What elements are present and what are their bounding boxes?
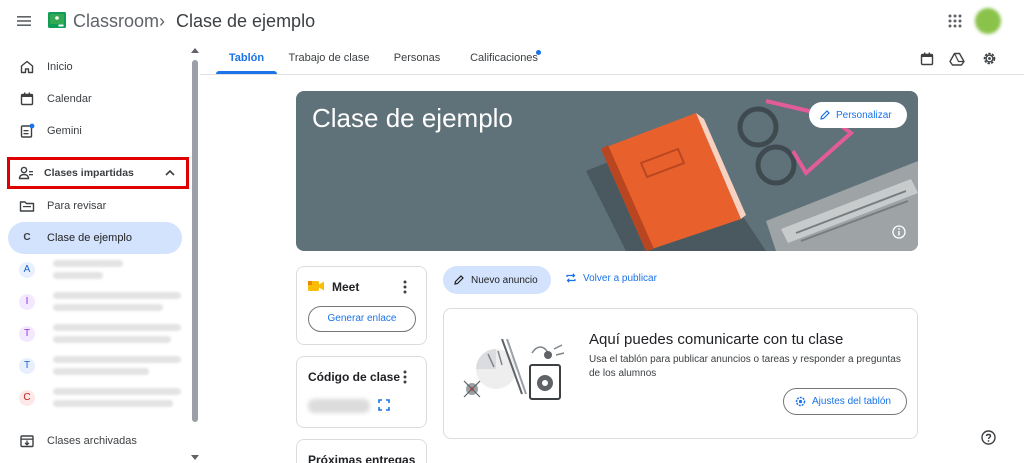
home-icon xyxy=(19,59,35,75)
apps-grid-icon[interactable] xyxy=(948,14,962,28)
app-name[interactable]: Classroom xyxy=(73,11,159,32)
nav-item-class[interactable]: I xyxy=(8,286,182,318)
tab-personas[interactable]: Personas xyxy=(390,43,444,74)
archive-icon xyxy=(19,433,35,449)
page-title: Clase de ejemplo xyxy=(176,11,316,31)
nav-item-class[interactable]: C xyxy=(8,382,182,414)
teaching-people-icon xyxy=(18,165,34,181)
tab-trabajo-de-clase[interactable]: Trabajo de clase xyxy=(288,43,370,74)
nav-section-clases-impartidas[interactable]: Clases impartidas xyxy=(8,157,182,189)
meet-camera-icon xyxy=(308,280,324,292)
nav-item-clases-archivadas[interactable]: Clases archivadas xyxy=(8,425,182,457)
calendar-icon xyxy=(19,91,35,107)
class-name-redacted xyxy=(53,356,181,363)
banner-title: Clase de ejemplo xyxy=(312,103,513,133)
new-announcement-button[interactable]: Nuevo anuncio xyxy=(443,266,551,294)
scroll-down-arrow-icon[interactable] xyxy=(191,455,199,460)
class-section-redacted xyxy=(53,368,149,375)
stream-settings-label: Ajustes del tablón xyxy=(812,396,891,407)
gemini-icon xyxy=(19,123,35,139)
account-avatar[interactable] xyxy=(975,8,1001,34)
new-announcement-label: Nuevo anuncio xyxy=(471,274,538,286)
class-name-redacted xyxy=(53,324,181,331)
class-initial-avatar: I xyxy=(19,294,35,310)
class-initial-avatar: T xyxy=(19,358,35,374)
calendar-icon[interactable] xyxy=(919,51,935,67)
more-vert-icon[interactable] xyxy=(403,370,407,384)
notification-dot xyxy=(536,50,541,55)
folder-review-icon xyxy=(19,198,35,214)
stream-description: Usa el tablón para publicar anuncios o t… xyxy=(589,354,901,379)
settings-gear-icon xyxy=(795,396,806,407)
class-code-title: Código de clase xyxy=(308,370,401,384)
class-name-redacted xyxy=(53,388,181,395)
fullscreen-icon[interactable] xyxy=(378,399,390,411)
stream-illustration xyxy=(463,339,565,400)
upcoming-card: Próximas entregas xyxy=(296,439,427,463)
pencil-icon xyxy=(820,110,830,120)
class-initial-avatar: C xyxy=(23,232,31,243)
class-initial-avatar: C xyxy=(19,390,35,406)
nav-item-inicio[interactable]: Inicio xyxy=(8,51,182,83)
chevron-up-icon[interactable] xyxy=(164,167,176,179)
nav-label: Gemini xyxy=(47,125,82,137)
main-menu-icon[interactable] xyxy=(16,13,32,29)
tab-calificaciones[interactable]: Calificaciones xyxy=(466,43,542,74)
class-name-redacted xyxy=(53,260,123,267)
class-code-card: Código de clase xyxy=(296,356,427,428)
meet-title: Meet xyxy=(332,280,360,294)
active-tab-indicator xyxy=(216,71,277,74)
nav-label: Calendar xyxy=(47,93,92,105)
scroll-up-arrow-icon[interactable] xyxy=(191,48,199,53)
more-vert-icon[interactable] xyxy=(403,280,407,294)
nav-label: Clases archivadas xyxy=(47,435,137,447)
class-section-redacted xyxy=(53,304,163,311)
navigation-drawer: Inicio Calendar Gemini Clases impartidas… xyxy=(0,43,200,463)
nav-item-class[interactable]: A xyxy=(8,254,182,286)
class-initial-avatar: A xyxy=(19,262,35,278)
nav-item-calendar[interactable]: Calendar xyxy=(8,83,182,115)
stream-heading: Aquí puedes comunicarte con tu clase xyxy=(589,331,844,348)
meet-card: Meet Generar enlace xyxy=(296,266,427,345)
drive-icon[interactable] xyxy=(949,51,965,67)
pencil-icon xyxy=(454,275,464,285)
nav-item-para-revisar[interactable]: Para revisar xyxy=(8,190,182,222)
section-label: Clases impartidas xyxy=(44,167,134,179)
customize-label: Personalizar xyxy=(836,109,892,121)
class-section-redacted xyxy=(53,336,171,343)
nav-item-class[interactable]: T xyxy=(8,350,182,382)
class-tabs: Tablón Trabajo de clase Personas Calific… xyxy=(200,43,1024,75)
stream-welcome-card: Aquí puedes comunicarte con tu clase Usa… xyxy=(443,308,918,439)
customize-button[interactable]: Personalizar xyxy=(809,102,907,128)
sidebar-scroll-thumb[interactable] xyxy=(192,60,198,422)
nav-item-gemini[interactable]: Gemini xyxy=(8,115,182,147)
nav-label: Para revisar xyxy=(47,200,107,212)
nav-item-clase-de-ejemplo[interactable]: C Clase de ejemplo xyxy=(8,222,182,254)
info-icon[interactable] xyxy=(892,225,906,239)
settings-gear-icon[interactable] xyxy=(981,50,998,67)
help-icon[interactable] xyxy=(981,430,996,445)
repost-label: Volver a publicar xyxy=(583,272,657,284)
nav-item-class[interactable]: T xyxy=(8,318,182,350)
class-section-redacted xyxy=(53,272,103,279)
classroom-logo-icon[interactable] xyxy=(48,12,66,28)
nav-label: Clase de ejemplo xyxy=(47,232,132,244)
class-section-redacted xyxy=(53,400,173,407)
class-initial-avatar: T xyxy=(19,326,35,342)
class-name-redacted xyxy=(53,292,181,299)
tab-tablon[interactable]: Tablón xyxy=(218,43,275,74)
top-app-bar: Classroom › Clase de ejemplo xyxy=(0,0,1024,43)
generate-link-button[interactable]: Generar enlace xyxy=(308,306,416,332)
repost-button[interactable]: Volver a publicar xyxy=(565,272,657,284)
class-code-value xyxy=(308,399,370,413)
upcoming-title: Próximas entregas xyxy=(308,453,416,463)
stream-settings-button[interactable]: Ajustes del tablón xyxy=(783,388,907,415)
nav-label: Inicio xyxy=(47,61,73,73)
breadcrumb-chevron-icon: › xyxy=(159,11,165,31)
repost-icon xyxy=(565,272,577,284)
